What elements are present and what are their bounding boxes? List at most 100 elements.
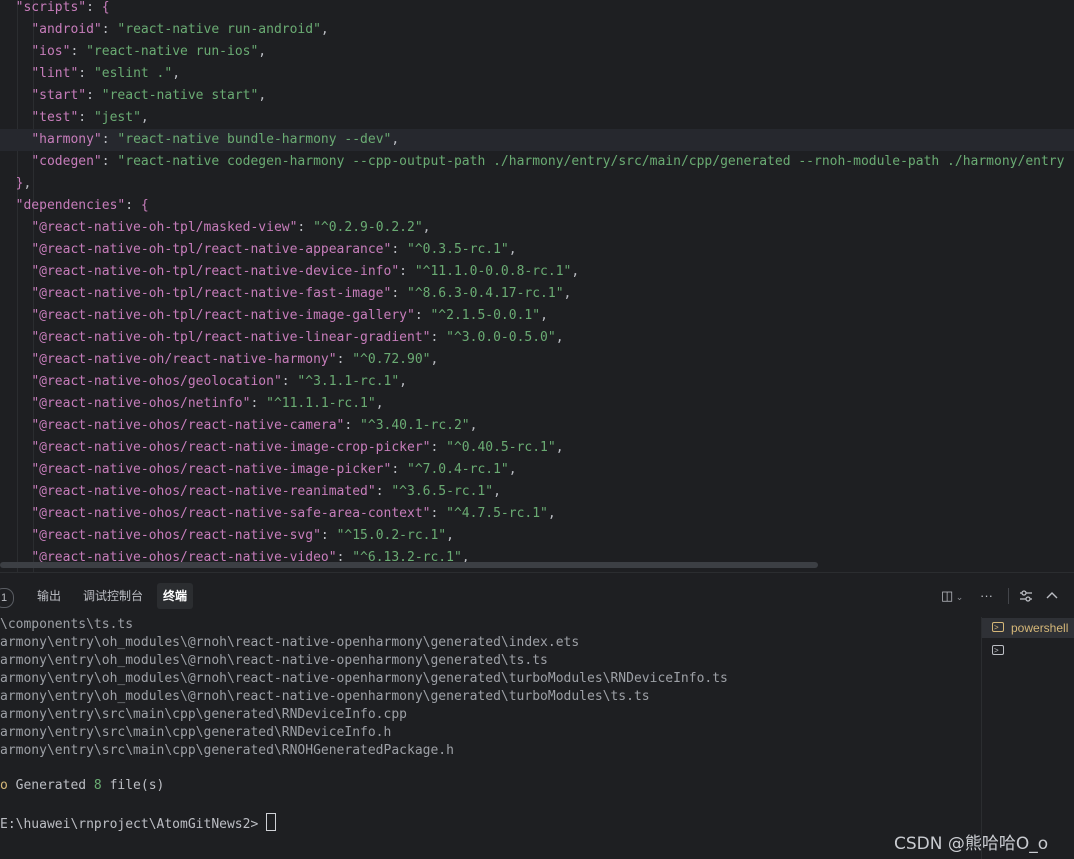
code-token: , [422,220,431,235]
code-token: "^3.40.1-rc.2" [360,418,470,433]
code-token: : [391,462,407,477]
code-token: "@react-native-ohos/react-native-safe-ar… [31,506,431,521]
code-token: { [140,198,149,213]
terminal-list-label: powershell [1011,621,1069,635]
code-token: { [101,0,110,15]
code-token: "lint" [31,66,79,81]
code-token: "@react-native-oh/react-native-harmony" [31,352,337,367]
code-line[interactable]: "@react-native-ohos/react-native-image-c… [0,437,1074,459]
code-token: "^7.0.4-rc.1" [407,462,509,477]
code-token: , [140,110,149,125]
code-token: "harmony" [31,132,102,147]
code-token: "^11.1.1-rc.1" [266,396,376,411]
code-line[interactable]: "codegen": "react-native codegen-harmony… [0,151,1074,173]
code-token: "react-native start" [101,88,259,103]
code-token: : [336,352,353,367]
bottom-panel: 1 输出 调试控制台 终端 ◫ ⌄ ··· \components\ts.ts a… [0,572,1074,859]
code-token: "^0.2.9-0.2.2" [313,220,423,235]
code-token: : [281,374,298,389]
code-line[interactable]: "lint": "eslint .", [0,63,1074,85]
code-token: "^8.6.3-0.4.17-rc.1" [407,286,564,301]
terminal-cursor [266,813,277,831]
code-line[interactable]: "@react-native-ohos/react-native-image-p… [0,459,1074,481]
code-token: , [258,88,267,103]
code-line[interactable]: "@react-native-oh-tpl/react-native-image… [0,305,1074,327]
code-line[interactable]: "start": "react-native start", [0,85,1074,107]
code-token: "scripts" [15,0,87,15]
code-token: : [86,88,102,103]
settings-icon[interactable] [1019,589,1033,606]
code-line[interactable]: "ios": "react-native run-ios", [0,41,1074,63]
code-editor[interactable]: "scripts": { "android": "react-native ru… [0,0,1074,572]
code-token: "@react-native-ohos/netinfo" [31,396,251,411]
tab-debug-console[interactable]: 调试控制台 [77,583,149,609]
terminal-output[interactable]: \components\ts.ts armony\entry\oh_modules… [0,617,980,859]
code-line[interactable]: "@react-native-ohos/react-native-camera"… [0,415,1074,437]
panel-tab-bar: 1 输出 调试控制台 终端 ◫ ⌄ ··· [0,573,1074,619]
code-token: , [563,286,572,301]
code-line[interactable]: "dependencies": { [0,195,1074,217]
terminal-prompt-line[interactable]: E:\huawei\rnproject\AtomGitNews2> [0,813,277,832]
code-token: "@react-native-oh-tpl/react-native-fast-… [31,286,392,301]
code-line[interactable]: "@react-native-oh-tpl/react-native-devic… [0,261,1074,283]
split-terminal-icon[interactable]: ◫ ⌄ [941,589,963,604]
more-actions-icon[interactable]: ··· [980,589,993,603]
code-token: : [430,330,447,345]
code-token: , [571,264,580,279]
code-line[interactable]: "@react-native-oh-tpl/react-native-fast-… [0,283,1074,305]
terminal-list-item-powershell[interactable]: >_ powershell [982,618,1074,638]
code-token: , [547,506,556,521]
code-token: "react-native run-ios" [86,44,259,59]
code-line[interactable]: "test": "jest", [0,107,1074,129]
code-token: : [344,418,361,433]
summary-count: 8 [93,778,102,793]
terminal-line: armony\entry\oh_modules\@rnoh\react-nati… [0,653,548,668]
code-line[interactable]: "@react-native-oh-tpl/masked-view": "^0.… [0,217,1074,239]
code-token: : [297,220,314,235]
code-token: , [258,44,267,59]
code-token: "eslint ." [93,66,173,81]
terminal-line: armony\entry\oh_modules\@rnoh\react-nati… [0,671,728,686]
code-token: : [86,0,102,15]
code-line[interactable]: "@react-native-ohos/react-native-svg": "… [0,525,1074,547]
code-token: , [391,132,400,147]
code-line[interactable]: "@react-native-oh-tpl/react-native-appea… [0,239,1074,261]
code-line[interactable]: "@react-native-ohos/netinfo": "^11.1.1-r… [0,393,1074,415]
terminal-icon: >_ [992,645,1004,655]
terminal-list: >_ powershell >_ [981,617,1074,859]
code-line[interactable]: "scripts": { [0,0,1074,19]
tab-output[interactable]: 输出 [31,583,67,609]
code-token: : [399,264,415,279]
code-line[interactable]: "@react-native-ohos/react-native-safe-ar… [0,503,1074,525]
code-line[interactable]: "@react-native-ohos/geolocation": "^3.1.… [0,371,1074,393]
code-line[interactable]: "@react-native-ohos/react-native-reanima… [0,481,1074,503]
code-line[interactable]: "@react-native-oh/react-native-harmony":… [0,349,1074,371]
tab-terminal[interactable]: 终端 [157,583,194,609]
maximize-icon[interactable] [1045,589,1059,606]
terminal-list-item[interactable]: >_ [982,641,1074,661]
code-token: , [508,242,517,257]
code-token: , [493,484,501,499]
code-token: "^0.72.90" [352,352,431,367]
terminal-line: armony\entry\oh_modules\@rnoh\react-nati… [0,635,580,650]
code-token: : [70,44,87,59]
problems-count-badge[interactable]: 1 [0,588,14,608]
horizontal-scrollbar[interactable] [0,562,818,568]
code-line[interactable]: "harmony": "react-native bundle-harmony … [0,129,1074,151]
code-token: "^0.3.5-rc.1" [407,242,509,257]
code-line[interactable]: "android": "react-native run-android", [0,19,1074,41]
code-line[interactable]: "@react-native-oh-tpl/react-native-linea… [0,327,1074,349]
success-icon: o [0,778,8,793]
code-token: , [446,528,454,543]
code-line[interactable]: }, [0,173,1074,195]
